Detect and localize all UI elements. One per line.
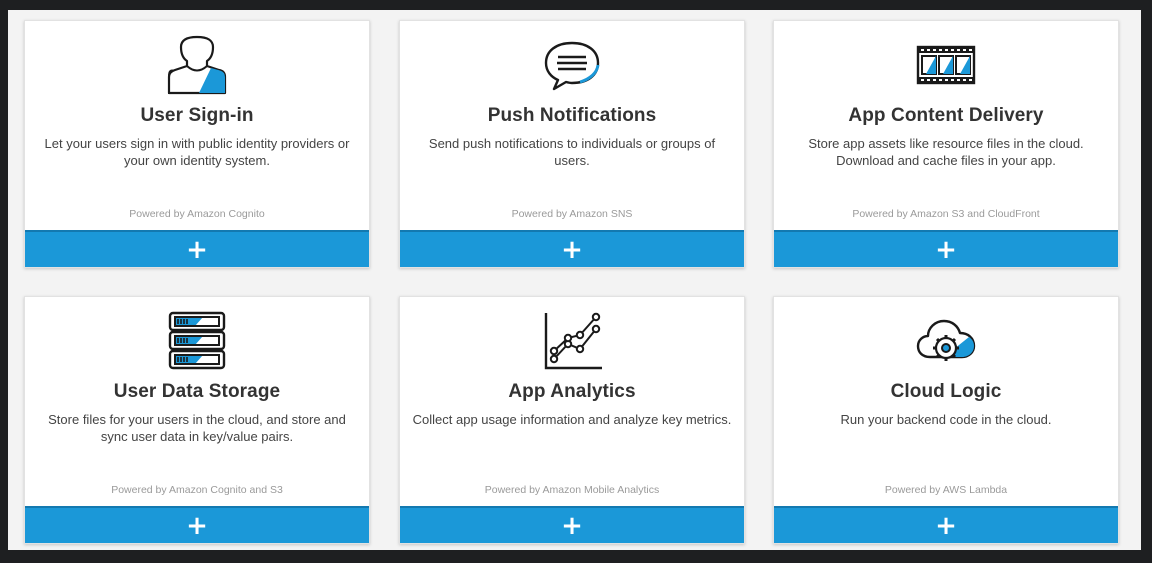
plus-icon: +: [935, 510, 957, 541]
add-app-analytics-button[interactable]: +: [400, 506, 744, 543]
powered-by-label: Powered by Amazon SNS: [511, 208, 633, 220]
add-app-content-delivery-button[interactable]: +: [774, 230, 1118, 267]
card-title: App Analytics: [508, 381, 636, 402]
card-description: Store app assets like resource files in …: [808, 136, 1084, 168]
card-app-content-delivery: App Content Delivery Store app assets li…: [773, 20, 1119, 268]
powered-by-label: Powered by Amazon S3 and CloudFront: [852, 208, 1040, 220]
powered-by-label: Powered by Amazon Cognito: [129, 208, 265, 220]
powered-by-label: Powered by AWS Lambda: [884, 484, 1008, 496]
user-silhouette-icon: [165, 35, 229, 95]
film-strip-icon: [914, 35, 978, 95]
powered-by-label: Powered by Amazon Cognito and S3: [111, 484, 283, 496]
features-panel: User Sign-in Let your users sign in with…: [8, 10, 1141, 550]
cloud-gear-icon: [914, 311, 978, 371]
add-user-sign-in-button[interactable]: +: [25, 230, 369, 267]
card-title: User Data Storage: [113, 381, 281, 402]
add-cloud-logic-button[interactable]: +: [774, 506, 1118, 543]
card-title: Push Notifications: [487, 105, 657, 126]
plus-icon: +: [186, 510, 208, 541]
powered-by-label: Powered by Amazon Mobile Analytics: [484, 484, 660, 496]
card-user-data-storage: User Data Storage Store files for your u…: [24, 296, 370, 544]
add-user-data-storage-button[interactable]: +: [25, 506, 369, 543]
server-stack-icon: [165, 311, 229, 371]
plus-icon: +: [561, 510, 583, 541]
card-title: Cloud Logic: [890, 381, 1002, 402]
card-cloud-logic: Cloud Logic Run your backend code in the…: [773, 296, 1119, 544]
plus-icon: +: [935, 234, 957, 265]
card-title: User Sign-in: [140, 105, 254, 126]
card-description: Let your users sign in with public ident…: [44, 136, 350, 168]
card-description: Store files for your users in the cloud,…: [48, 412, 346, 444]
card-description: Run your backend code in the cloud.: [840, 412, 1052, 427]
add-push-notifications-button[interactable]: +: [400, 230, 744, 267]
card-description: Collect app usage information and analyz…: [412, 412, 732, 427]
line-graph-icon: [540, 311, 604, 371]
plus-icon: +: [186, 234, 208, 265]
card-push-notifications: Push Notifications Send push notificatio…: [399, 20, 745, 268]
card-title: App Content Delivery: [848, 105, 1044, 126]
chat-bubble-icon: [540, 35, 604, 95]
card-app-analytics: App Analytics Collect app usage informat…: [399, 296, 745, 544]
card-user-sign-in: User Sign-in Let your users sign in with…: [24, 20, 370, 268]
card-description: Send push notifications to individuals o…: [428, 136, 716, 168]
plus-icon: +: [561, 234, 583, 265]
